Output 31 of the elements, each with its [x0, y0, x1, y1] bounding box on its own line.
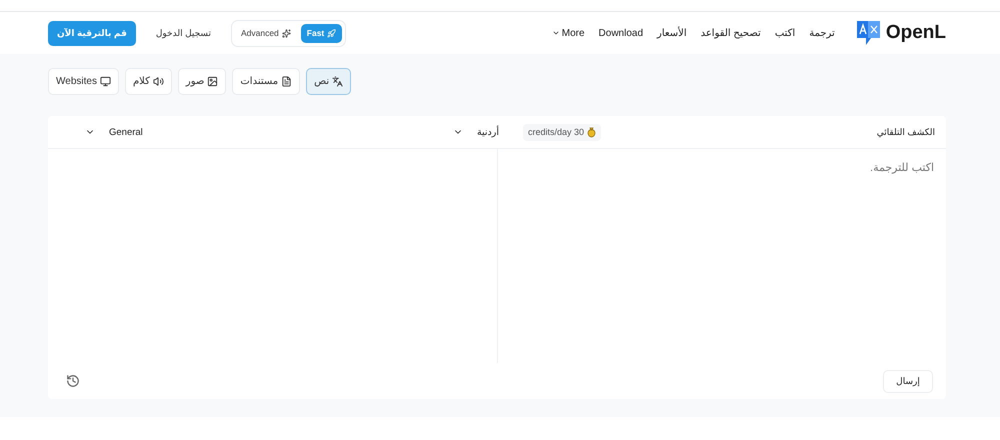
source-language-select[interactable]: الكشف التلقائي — [876, 126, 935, 138]
translate-icon — [332, 76, 344, 87]
monitor-icon — [100, 76, 111, 87]
mode-tab[interactable]: Websites — [48, 68, 119, 95]
mode-button[interactable]: Advanced — [234, 24, 297, 42]
nav-link[interactable]: ترجمة — [809, 28, 835, 38]
nav-link[interactable]: تصحيح القواعد — [700, 28, 761, 38]
mode-tab[interactable]: كلام — [124, 68, 172, 95]
mode-tab[interactable]: صور — [178, 68, 226, 95]
nav-link[interactable]: Download — [598, 28, 644, 38]
nav-menu[interactable]: More — [552, 28, 585, 38]
sparkles-icon — [282, 28, 291, 38]
file-icon — [281, 76, 292, 87]
history-icon[interactable] — [66, 374, 80, 388]
speaker-icon — [152, 76, 164, 87]
image-icon — [207, 76, 218, 87]
send-button[interactable]: إرسال — [883, 370, 933, 392]
chevron-down-icon — [552, 29, 560, 37]
mode-tab[interactable]: نص — [306, 68, 352, 95]
style-select[interactable]: General — [85, 126, 143, 138]
nav-link[interactable]: الأسعار — [657, 28, 687, 38]
source-text-field[interactable]: اكتب للترجمة. — [498, 149, 946, 363]
coin-bag-icon — [587, 126, 596, 138]
rocket-icon — [327, 28, 336, 38]
credits-badge: credits/day 30 — [523, 124, 602, 140]
logo-text: OpenL — [886, 22, 946, 44]
logo-icon — [856, 20, 880, 46]
nav-link[interactable]: اكتب — [774, 28, 796, 38]
mode-tab[interactable]: مستندات — [232, 68, 300, 95]
login-link[interactable]: تسجيل الدخول — [150, 28, 217, 38]
target-language-select[interactable]: أردنية — [452, 126, 499, 138]
